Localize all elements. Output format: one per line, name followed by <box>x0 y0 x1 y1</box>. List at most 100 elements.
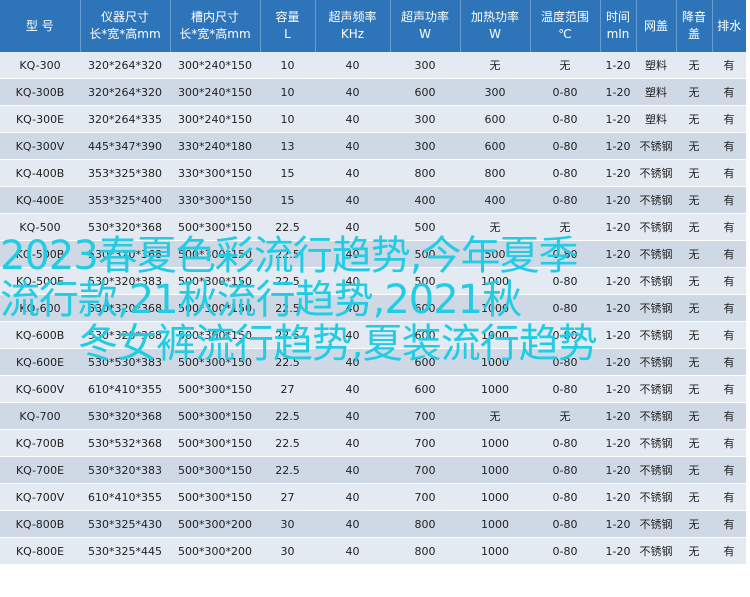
table-cell: 不锈钢 <box>636 186 676 214</box>
table-row: KQ-300E 320*264*335 300*240*150 10 40 300 600 0… <box>0 105 746 133</box>
table-row: KQ-500B 530*320*368 500*300*150 22.5 40 500 50… <box>0 240 746 268</box>
table-cell: 1-20 <box>600 375 636 403</box>
model-cell: KQ-500 <box>0 213 80 241</box>
table-cell: 有 <box>712 537 746 565</box>
table-cell: 1000 <box>460 321 530 349</box>
table-cell: 不锈钢 <box>636 375 676 403</box>
table-cell: 40 <box>315 52 390 79</box>
model-cell: KQ-300 <box>0 52 80 79</box>
table-cell: 无 <box>676 267 712 295</box>
table-cell: 300 <box>390 52 460 79</box>
table-cell: 有 <box>712 132 746 160</box>
table-cell: 40 <box>315 213 390 241</box>
table-cell: 40 <box>315 294 390 322</box>
table-cell: 1-20 <box>600 429 636 457</box>
table-cell: 无 <box>530 402 600 430</box>
table-cell: 无 <box>460 213 530 241</box>
table-cell: 40 <box>315 375 390 403</box>
model-cell: KQ-500B <box>0 240 80 268</box>
table-row: KQ-800E 530*325*445 500*300*200 30 40 800 1000… <box>0 537 746 565</box>
table-cell: 800 <box>390 510 460 538</box>
table-row: KQ-600V 610*410*355 500*300*150 27 40 600 1000… <box>0 375 746 403</box>
column-header-text: mIn <box>606 27 630 41</box>
table-cell: 22.5 <box>260 213 315 241</box>
table-cell: 塑料 <box>636 105 676 133</box>
column-header-text: L <box>284 27 291 41</box>
table-cell: 500*300*150 <box>170 213 260 241</box>
table-cell: 1000 <box>460 348 530 376</box>
table-cell: 不锈钢 <box>636 294 676 322</box>
table-cell: 500 <box>390 240 460 268</box>
column-header-text: 长*宽*高mm <box>89 27 161 41</box>
table-cell: 1-20 <box>600 240 636 268</box>
table-cell: 530*532*368 <box>80 429 170 457</box>
table-cell: 1-20 <box>600 321 636 349</box>
table-cell: 有 <box>712 186 746 214</box>
column-header-text: 长*宽*高mm <box>179 27 251 41</box>
column-header: 时间 mIn <box>600 0 637 52</box>
table-cell: 40 <box>315 537 390 565</box>
table-cell: 1-20 <box>600 456 636 484</box>
table-cell: 1-20 <box>600 483 636 511</box>
table-cell: 300 <box>390 132 460 160</box>
model-cell: KQ-500E <box>0 267 80 295</box>
table-cell: 0-80 <box>530 321 600 349</box>
table-cell: 无 <box>460 402 530 430</box>
column-header: 网盖 <box>636 0 677 52</box>
column-header-text: W <box>489 27 501 41</box>
table-cell: 610*410*355 <box>80 375 170 403</box>
table-cell: 不锈钢 <box>636 321 676 349</box>
table-row: KQ-800B 530*325*430 500*300*200 30 40 800 1000… <box>0 510 746 538</box>
table-cell: 500*300*150 <box>170 375 260 403</box>
table-cell: 0-80 <box>530 456 600 484</box>
table-row: KQ-600B 530*320*368 500*300*150 22.5 40 600 10… <box>0 321 746 349</box>
table-cell: 不锈钢 <box>636 429 676 457</box>
table-cell: 无 <box>676 402 712 430</box>
table-cell: 400 <box>390 186 460 214</box>
table-cell: 1-20 <box>600 105 636 133</box>
table-row: KQ-400E 353*325*400 330*300*150 15 40 400 400 0… <box>0 186 746 214</box>
table-cell: 无 <box>676 348 712 376</box>
table-cell: 无 <box>676 132 712 160</box>
spec-table-body: KQ-300 320*264*320 300*240*150 10 40 300 无无 1-2… <box>0 52 746 565</box>
table-cell: 1-20 <box>600 213 636 241</box>
table-cell: 有 <box>712 402 746 430</box>
column-header-text: 容量 <box>275 10 300 24</box>
table-cell: 0-80 <box>530 429 600 457</box>
table-cell: 500*300*150 <box>170 483 260 511</box>
table-cell: 700 <box>390 456 460 484</box>
table-cell: 600 <box>460 132 530 160</box>
table-cell: 无 <box>676 52 712 79</box>
table-row: KQ-600E 530*530*383 500*300*150 22.5 40 600 10… <box>0 348 746 376</box>
table-cell: 1-20 <box>600 186 636 214</box>
column-header: 排水 <box>712 0 746 52</box>
table-cell: 无 <box>460 52 530 79</box>
table-cell: 无 <box>676 213 712 241</box>
table-cell: 有 <box>712 429 746 457</box>
table-cell: 有 <box>712 375 746 403</box>
table-row: KQ-500 530*320*368 500*300*150 22.5 40 500 无无 1… <box>0 213 746 241</box>
model-cell: KQ-300V <box>0 132 80 160</box>
table-cell: 500*300*150 <box>170 429 260 457</box>
table-row: KQ-300 320*264*320 300*240*150 10 40 300 无无 1-2… <box>0 52 746 79</box>
table-cell: 无 <box>676 321 712 349</box>
column-header: 型 号 <box>0 0 81 52</box>
model-cell: KQ-300B <box>0 78 80 106</box>
table-cell: 300*240*150 <box>170 78 260 106</box>
table-cell: 500*300*150 <box>170 267 260 295</box>
table-cell: 0-80 <box>530 186 600 214</box>
column-header-text: W <box>419 27 431 41</box>
model-cell: KQ-300E <box>0 105 80 133</box>
table-cell: 400 <box>460 186 530 214</box>
table-cell: 320*264*320 <box>80 52 170 79</box>
table-cell: 15 <box>260 159 315 187</box>
table-cell: 无 <box>676 456 712 484</box>
table-cell: 1000 <box>460 537 530 565</box>
table-cell: 不锈钢 <box>636 483 676 511</box>
column-header: 超声频率 KHz <box>315 0 391 52</box>
table-cell: 1-20 <box>600 132 636 160</box>
table-cell: 330*300*150 <box>170 159 260 187</box>
table-cell: 530*320*368 <box>80 213 170 241</box>
table-cell: 无 <box>676 294 712 322</box>
table-cell: 不锈钢 <box>636 267 676 295</box>
